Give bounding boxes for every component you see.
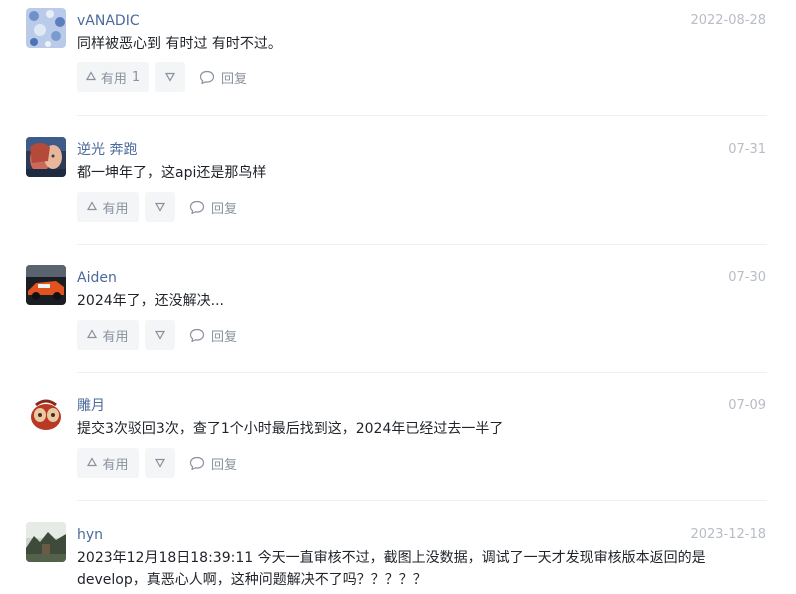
reply-button[interactable]: 回复 bbox=[189, 326, 237, 345]
helpful-label: 有用 bbox=[102, 201, 129, 217]
helpful-button[interactable]: 有用 bbox=[77, 192, 139, 222]
reply-label: 回复 bbox=[221, 71, 248, 87]
reply-label: 回复 bbox=[211, 457, 238, 473]
downvote-triangle-icon bbox=[155, 202, 165, 212]
comment-content: 都一坤年了，这api还是那鸟样 bbox=[77, 165, 267, 181]
avatar[interactable] bbox=[26, 137, 66, 177]
upvote-triangle-icon bbox=[87, 456, 98, 471]
reply-button[interactable]: 回复 bbox=[189, 198, 237, 217]
comment-content: 同样被恶心到 有时过 有时不过。 bbox=[77, 36, 282, 52]
username[interactable]: Aiden bbox=[77, 269, 117, 287]
reply-button[interactable]: 回复 bbox=[189, 454, 237, 473]
avatar-image bbox=[26, 265, 66, 305]
downvote-triangle-icon bbox=[165, 72, 175, 82]
username[interactable]: 逆光 奔跑 bbox=[77, 141, 137, 159]
username[interactable]: vANADIC bbox=[77, 12, 140, 30]
helpful-button[interactable]: 有用 1 bbox=[77, 62, 149, 92]
comment-content: 2024年了，还没解决... bbox=[77, 293, 224, 309]
divider bbox=[77, 500, 767, 501]
reply-button[interactable]: 回复 bbox=[199, 68, 247, 87]
speech-bubble-icon bbox=[189, 456, 211, 471]
divider bbox=[77, 372, 767, 373]
username[interactable]: 雕月 bbox=[77, 397, 105, 415]
comment-actions: 有用 回复 bbox=[77, 320, 237, 350]
avatar[interactable] bbox=[26, 8, 66, 48]
divider bbox=[77, 115, 767, 116]
reply-label: 回复 bbox=[211, 201, 238, 217]
speech-bubble-icon bbox=[199, 70, 221, 85]
upvote-triangle-icon bbox=[85, 70, 96, 85]
avatar-image bbox=[26, 393, 66, 433]
divider bbox=[77, 244, 767, 245]
downvote-triangle-icon bbox=[155, 458, 165, 468]
comment-content: 提交3次驳回3次，查了1个小时最后找到这，2024年已经过去一半了 bbox=[77, 421, 504, 437]
comment-time: 2023-12-18 bbox=[690, 527, 766, 542]
helpful-button[interactable]: 有用 bbox=[77, 448, 139, 478]
upvote-triangle-icon bbox=[87, 328, 98, 343]
username[interactable]: hyn bbox=[77, 526, 103, 544]
comment-actions: 有用 回复 bbox=[77, 192, 237, 222]
helpful-button[interactable]: 有用 bbox=[77, 320, 139, 350]
downvote-button[interactable] bbox=[145, 320, 175, 350]
upvote-triangle-icon bbox=[87, 200, 98, 215]
reply-label: 回复 bbox=[211, 329, 238, 345]
helpful-label: 有用 bbox=[100, 71, 127, 87]
downvote-button[interactable] bbox=[145, 448, 175, 478]
speech-bubble-icon bbox=[189, 328, 211, 343]
avatar[interactable] bbox=[26, 393, 66, 433]
comment-time: 07-09 bbox=[728, 398, 766, 413]
comment-time: 07-30 bbox=[728, 270, 766, 285]
speech-bubble-icon bbox=[189, 200, 211, 215]
downvote-triangle-icon bbox=[155, 330, 165, 340]
helpful-count: 1 bbox=[131, 69, 141, 85]
avatar-image bbox=[26, 137, 66, 177]
avatar-image bbox=[26, 8, 66, 48]
comment-actions: 有用 1 回复 bbox=[77, 62, 247, 92]
avatar[interactable] bbox=[26, 522, 66, 562]
avatar[interactable] bbox=[26, 265, 66, 305]
helpful-label: 有用 bbox=[102, 457, 129, 473]
helpful-label: 有用 bbox=[102, 329, 129, 345]
downvote-button[interactable] bbox=[145, 192, 175, 222]
avatar-image bbox=[26, 522, 66, 562]
comment-time: 2022-08-28 bbox=[690, 13, 766, 28]
comment-time: 07-31 bbox=[728, 142, 766, 157]
comment-actions: 有用 回复 bbox=[77, 448, 237, 478]
comment-content: 2023年12月18日18:39:11 今天一直审核不过，截图上没数据，调试了一… bbox=[77, 550, 706, 588]
downvote-button[interactable] bbox=[155, 62, 185, 92]
